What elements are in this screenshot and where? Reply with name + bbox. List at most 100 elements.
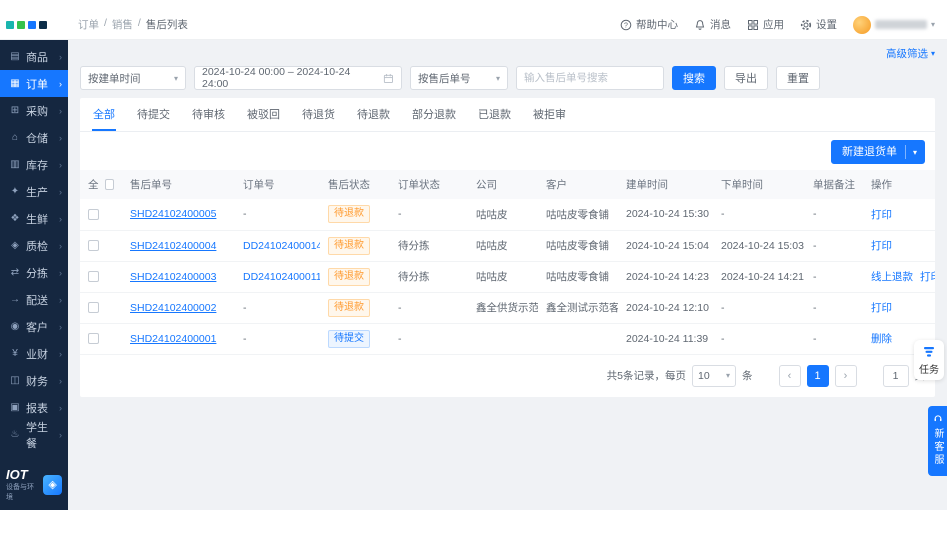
message-button[interactable]: 消息 xyxy=(694,17,731,32)
tab-all[interactable]: 全部 xyxy=(92,98,116,131)
iot-title: IOT xyxy=(6,466,28,482)
page-jump-input[interactable]: 1 xyxy=(882,364,909,387)
order-no-link[interactable]: DD24102400014 xyxy=(243,240,320,252)
sidebar-item-label: 生鲜 xyxy=(26,213,48,226)
reports-icon: ▣ xyxy=(10,402,20,413)
sidebar-item-delivery[interactable]: → 配送 › xyxy=(0,286,68,313)
sidebar-item-label: 库存 xyxy=(26,159,48,172)
page-button-1[interactable]: 1 xyxy=(806,364,829,387)
print-action[interactable]: 打印 xyxy=(871,302,892,314)
warehouse-icon: ⌂ xyxy=(11,132,19,143)
aftersale-no-link[interactable]: SHD24102400002 xyxy=(130,302,216,314)
breadcrumb-item[interactable]: 订单 xyxy=(78,17,99,32)
aftersale-no-link[interactable]: SHD24102400003 xyxy=(130,271,216,283)
number-field-select[interactable]: 按售后单号 ▾ xyxy=(410,66,508,90)
row-checkbox[interactable] xyxy=(88,333,99,345)
next-page-button[interactable]: › xyxy=(834,364,857,387)
gear-icon xyxy=(800,19,812,30)
sidebar-item-label: 采购 xyxy=(26,105,48,118)
tab-pending-review[interactable]: 待审核 xyxy=(191,98,226,131)
print-action[interactable]: 打印 xyxy=(871,240,892,252)
task-widget-button[interactable]: 任务 xyxy=(914,340,944,380)
order-status: - xyxy=(398,301,402,314)
online-refund-action[interactable]: 线上退款 xyxy=(871,271,913,283)
sidebar-item-reports[interactable]: ▣ 报表 › xyxy=(0,394,68,421)
chevron-down-icon: ▾ xyxy=(495,73,500,83)
sidebar-item-fresh[interactable]: ❖ 生鲜 › xyxy=(0,205,68,232)
settings-button[interactable]: 设置 xyxy=(800,17,837,32)
reset-button[interactable]: 重置 xyxy=(776,66,820,90)
row-checkbox[interactable] xyxy=(88,208,99,220)
chevron-right-icon: › xyxy=(59,294,62,305)
task-layers-icon xyxy=(924,347,934,357)
tab-pending-submit[interactable]: 待提交 xyxy=(136,98,171,131)
tab-pending-return[interactable]: 待退货 xyxy=(301,98,336,131)
aftersale-no-link[interactable]: SHD24102400005 xyxy=(130,208,216,220)
aftersale-no-link[interactable]: SHD24102400001 xyxy=(130,333,216,345)
sidebar-item-customers[interactable]: ◉ 客户 › xyxy=(0,313,68,340)
select-all-checkbox[interactable] xyxy=(104,179,114,190)
time-field-select[interactable]: 按建单时间 ▾ xyxy=(80,66,186,90)
new-return-order-button[interactable]: 新建退货单 ▾ xyxy=(830,140,925,164)
row-checkbox[interactable] xyxy=(88,271,99,283)
iot-footer[interactable]: IOT 设备与环境 ◈ xyxy=(0,462,68,510)
sidebar-item-production[interactable]: ✦ 生产 › xyxy=(0,178,68,205)
col-created: 建单时间 xyxy=(618,170,713,199)
created-time: 2024-10-24 12:10 xyxy=(626,301,709,314)
print-action[interactable]: 打印 xyxy=(920,271,935,283)
date-range-input[interactable]: 2024-10-24 00:00 – 2024-10-24 24:00 xyxy=(194,66,402,90)
print-action[interactable]: 打印 xyxy=(871,209,892,221)
search-input[interactable] xyxy=(516,66,664,90)
company: 咕咕皮 xyxy=(476,271,508,283)
tab-pending-refund[interactable]: 待退款 xyxy=(356,98,391,131)
customer-service-button[interactable]: 新客服 xyxy=(928,406,947,476)
user-name-redacted xyxy=(874,20,927,29)
user-menu[interactable]: ▾ xyxy=(852,15,935,34)
top-header: 订单 / 销售 / 售后列表 ? 帮助中心 消息 应用 设置 ▾ xyxy=(0,10,947,40)
sidebar-item-qc[interactable]: ◈ 质检 › xyxy=(0,232,68,259)
order-status: - xyxy=(398,208,402,221)
order-no: - xyxy=(243,208,247,221)
sidebar-item-biz-finance[interactable]: ¥ 业财 › xyxy=(0,340,68,367)
page-size-select[interactable]: 10 ▾ xyxy=(692,364,736,387)
help-center-button[interactable]: ? 帮助中心 xyxy=(620,17,678,32)
created-time: 2024-10-24 15:04 xyxy=(626,239,709,252)
aftersale-status-badge: 待提交 xyxy=(328,329,370,348)
sidebar-item-warehouse[interactable]: ⌂ 仓储 › xyxy=(0,124,68,151)
finance-icon: ◫ xyxy=(10,375,20,386)
sidebar-item-purchase[interactable]: ⊞ 采购 › xyxy=(0,97,68,124)
chevron-right-icon: › xyxy=(59,213,62,224)
order-no-link[interactable]: DD24102400011 xyxy=(243,271,320,283)
sidebar-item-goods[interactable]: ▤ 商品 › xyxy=(0,43,68,70)
sidebar-item-inventory[interactable]: ▥ 库存 › xyxy=(0,151,68,178)
ordered-time: 2024-10-24 14:21 xyxy=(721,270,804,283)
tab-partial-refund[interactable]: 部分退款 xyxy=(411,98,457,131)
sidebar-item-sorting[interactable]: ⇄ 分拣 › xyxy=(0,259,68,286)
main-content: 高级筛选 ▾ 按建单时间 ▾ 2024-10-24 00:00 – 2024-1… xyxy=(68,40,947,510)
delete-action[interactable]: 删除 xyxy=(871,333,892,345)
sidebar-item-finance[interactable]: ◫ 财务 › xyxy=(0,367,68,394)
tab-rejected[interactable]: 被驳回 xyxy=(246,98,281,131)
search-button[interactable]: 搜索 xyxy=(672,66,716,90)
tab-review-denied[interactable]: 被拒审 xyxy=(532,98,567,131)
breadcrumb-separator: / xyxy=(137,17,141,29)
col-aftersale-status: 售后状态 xyxy=(320,170,390,199)
row-checkbox[interactable] xyxy=(88,302,99,314)
advanced-filter-button[interactable]: 高级筛选 ▾ xyxy=(886,46,935,61)
chevron-down-icon: ▾ xyxy=(930,49,935,58)
apps-button[interactable]: 应用 xyxy=(747,17,784,32)
prev-page-button[interactable]: ‹ xyxy=(778,364,801,387)
company: 咕咕皮 xyxy=(476,240,508,252)
breadcrumb-item[interactable]: 销售 xyxy=(112,17,133,32)
sidebar-item-orders[interactable]: ▦ 订单 › xyxy=(0,70,68,97)
logo-square-1 xyxy=(6,20,14,29)
message-label: 消息 xyxy=(709,19,731,31)
export-button[interactable]: 导出 xyxy=(724,66,768,90)
sidebar-item-student-meal[interactable]: ♨ 学生餐 › xyxy=(0,421,68,450)
table-row: SHD24102400002 - 待退款 - 鑫全供货示范户1 鑫全测试示范客户… xyxy=(80,292,935,324)
filter-bar: 按建单时间 ▾ 2024-10-24 00:00 – 2024-10-24 24… xyxy=(80,66,935,90)
row-checkbox[interactable] xyxy=(88,240,99,252)
aftersale-no-link[interactable]: SHD24102400004 xyxy=(130,240,216,252)
tab-refunded[interactable]: 已退款 xyxy=(477,98,512,131)
chevron-right-icon: › xyxy=(59,267,62,278)
